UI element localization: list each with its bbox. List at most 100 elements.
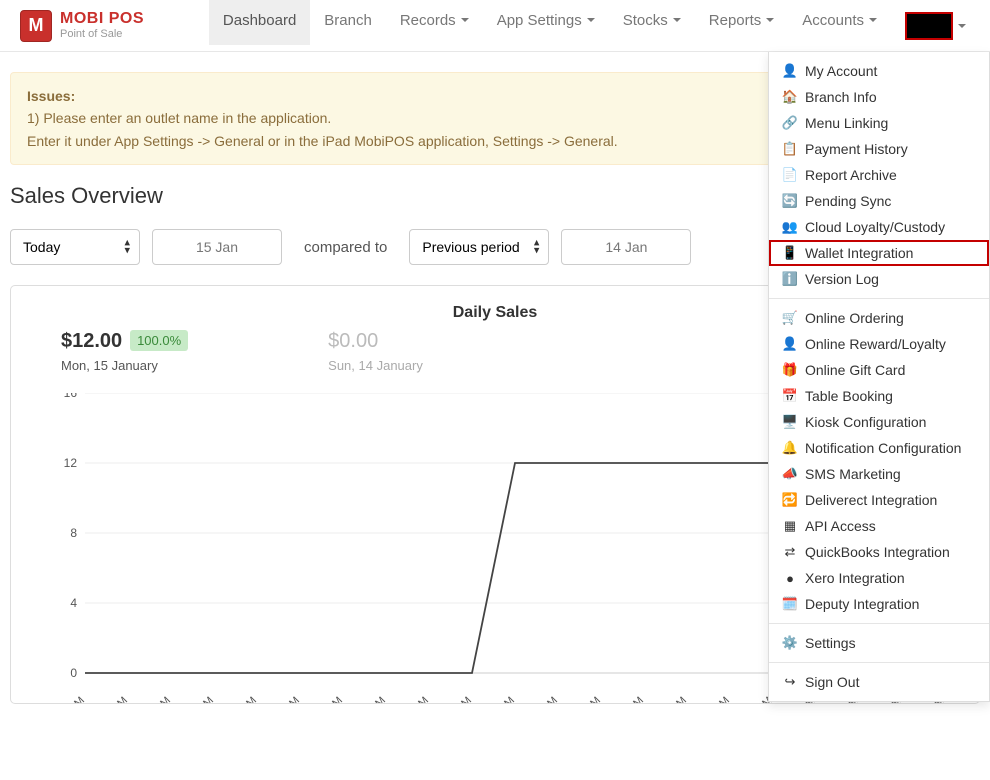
notification-config-icon: 🔔 xyxy=(783,440,797,456)
menu-divider xyxy=(769,662,989,663)
menu-item-branch-info[interactable]: 🏠Branch Info xyxy=(769,84,989,110)
chevron-down-icon xyxy=(673,18,681,22)
menu-item-kiosk-config[interactable]: 🖥️ Kiosk Configuration xyxy=(769,409,989,435)
range-select[interactable]: Today xyxy=(10,229,140,265)
api-access-icon: ▦ xyxy=(783,518,797,534)
compare-stat: $0.00 Sun, 14 January xyxy=(328,330,423,373)
pending-sync-icon: 🔄 xyxy=(783,193,797,209)
chevron-down-icon xyxy=(958,24,966,28)
menu-item-api-access[interactable]: ▦ API Access xyxy=(769,513,989,539)
svg-text::00 AM: :00 AM xyxy=(398,695,431,703)
deliverect-icon: 🔁 xyxy=(783,492,797,508)
nav-user-menu[interactable] xyxy=(891,0,980,56)
online-reward-icon: 👤 xyxy=(783,336,797,352)
svg-text::00 PM: :00 PM xyxy=(656,695,689,703)
version-log-icon: ℹ️ xyxy=(783,271,797,287)
menu-item-label: Xero Integration xyxy=(805,570,905,586)
menu-item-quickbooks[interactable]: ⇄ QuickBooks Integration xyxy=(769,539,989,565)
online-ordering-icon: 🛒 xyxy=(783,310,797,326)
chevron-down-icon xyxy=(766,18,774,22)
menu-item-pending-sync[interactable]: 🔄Pending Sync xyxy=(769,188,989,214)
svg-text:8: 8 xyxy=(70,526,77,540)
alert-line2: Enter it under App Settings -> General o… xyxy=(27,133,618,149)
menu-item-label: Online Ordering xyxy=(805,310,904,326)
menu-item-label: Settings xyxy=(805,635,856,651)
menu-item-online-ordering[interactable]: 🛒 Online Ordering xyxy=(769,305,989,331)
menu-item-wallet-integration[interactable]: 📱 Wallet Integration xyxy=(769,240,989,266)
avatar xyxy=(905,12,953,40)
menu-item-deputy[interactable]: 🗓️Deputy Integration xyxy=(769,591,989,617)
nav-app-settings[interactable]: App Settings xyxy=(483,0,609,45)
menu-item-label: Online Reward/Loyalty xyxy=(805,336,946,352)
svg-text::00 AM: :00 AM xyxy=(226,695,259,703)
brand-link[interactable]: M MOBI POS Point of Sale xyxy=(10,10,154,42)
menu-item-label: API Access xyxy=(805,518,876,534)
branch-info-icon: 🏠 xyxy=(783,89,797,105)
menu-item-report-archive[interactable]: 📄Report Archive xyxy=(769,162,989,188)
menu-item-label: Wallet Integration xyxy=(805,245,913,261)
nav-accounts[interactable]: Accounts xyxy=(788,0,891,45)
xero-icon: ● xyxy=(783,571,797,586)
menu-item-menu-linking[interactable]: 🔗Menu Linking xyxy=(769,110,989,136)
nav-reports[interactable]: Reports xyxy=(695,0,789,45)
chevron-down-icon xyxy=(461,18,469,22)
menu-item-sms-marketing[interactable]: 📣SMS Marketing xyxy=(769,461,989,487)
quickbooks-icon: ⇄ xyxy=(783,544,797,560)
settings-icon: ⚙️ xyxy=(783,635,797,651)
chevron-down-icon xyxy=(587,18,595,22)
compare-amount: $0.00 xyxy=(328,330,378,352)
alert-line1: 1) Please enter an outlet name in the ap… xyxy=(27,110,331,126)
menu-item-table-booking[interactable]: 📅Table Booking xyxy=(769,383,989,409)
svg-text::00 AM: :00 AM xyxy=(312,695,345,703)
menu-linking-icon: 🔗 xyxy=(783,115,797,131)
menu-item-label: SMS Marketing xyxy=(805,466,901,482)
menu-divider xyxy=(769,298,989,299)
user-dropdown-menu: 👤My Account🏠Branch Info🔗Menu Linking 📋 Pay… xyxy=(768,52,990,702)
menu-item-deliverect[interactable]: 🔁Deliverect Integration xyxy=(769,487,989,513)
menu-item-xero[interactable]: ● Xero Integration xyxy=(769,565,989,591)
svg-text:0: 0 xyxy=(70,666,77,680)
menu-item-cloud-loyalty[interactable]: 👥Cloud Loyalty/Custody xyxy=(769,214,989,240)
pct-badge: 100.0% xyxy=(130,330,188,351)
menu-item-version-log[interactable]: ℹ️ Version Log xyxy=(769,266,989,292)
menu-item-label: Version Log xyxy=(805,271,879,287)
menu-item-label: Sign Out xyxy=(805,674,859,690)
table-booking-icon: 📅 xyxy=(783,388,797,404)
nav-stocks[interactable]: Stocks xyxy=(609,0,695,45)
menu-item-online-gift-card[interactable]: 🎁Online Gift Card xyxy=(769,357,989,383)
payment-history-icon: 📋 xyxy=(783,141,797,157)
menu-item-label: QuickBooks Integration xyxy=(805,544,950,560)
wallet-integration-icon: 📱 xyxy=(783,245,797,261)
chevron-down-icon xyxy=(869,18,877,22)
compare-mode-select[interactable]: Previous period xyxy=(409,229,549,265)
svg-text::00 PM: :00 PM xyxy=(484,695,517,703)
svg-text::00 AM: :00 AM xyxy=(355,695,388,703)
nav-dashboard[interactable]: Dashboard xyxy=(209,0,310,45)
menu-item-label: Deputy Integration xyxy=(805,596,919,612)
menu-item-online-reward[interactable]: 👤 Online Reward/Loyalty xyxy=(769,331,989,357)
kiosk-config-icon: 🖥️ xyxy=(783,414,797,430)
menu-item-my-account[interactable]: 👤My Account xyxy=(769,58,989,84)
date-compare-input[interactable] xyxy=(561,229,691,265)
menu-item-settings[interactable]: ⚙️ Settings xyxy=(769,630,989,656)
svg-text::00 AM: :00 AM xyxy=(140,695,173,703)
alert-heading: Issues: xyxy=(27,88,75,104)
brand-title: MOBI POS xyxy=(60,11,144,27)
menu-item-notification-config[interactable]: 🔔Notification Configuration xyxy=(769,435,989,461)
nav-branch[interactable]: Branch xyxy=(310,0,386,45)
current-date: Mon, 15 January xyxy=(61,358,188,373)
menu-item-payment-history[interactable]: 📋 Payment History xyxy=(769,136,989,162)
menu-item-sign-out[interactable]: ↪Sign Out xyxy=(769,669,989,695)
svg-text:16: 16 xyxy=(64,393,78,400)
navbar: M MOBI POS Point of Sale Dashboard Branc… xyxy=(0,0,990,52)
svg-text:12: 12 xyxy=(64,456,78,470)
date-from-input[interactable] xyxy=(152,229,282,265)
menu-item-label: Online Gift Card xyxy=(805,362,905,378)
nav-records[interactable]: Records xyxy=(386,0,483,45)
menu-item-label: Kiosk Configuration xyxy=(805,414,926,430)
menu-item-label: Payment History xyxy=(805,141,908,157)
svg-text:4: 4 xyxy=(70,596,77,610)
svg-text::00 AM: :00 AM xyxy=(97,695,130,703)
svg-text::00 AM: :00 AM xyxy=(441,695,474,703)
menu-item-label: Cloud Loyalty/Custody xyxy=(805,219,945,235)
